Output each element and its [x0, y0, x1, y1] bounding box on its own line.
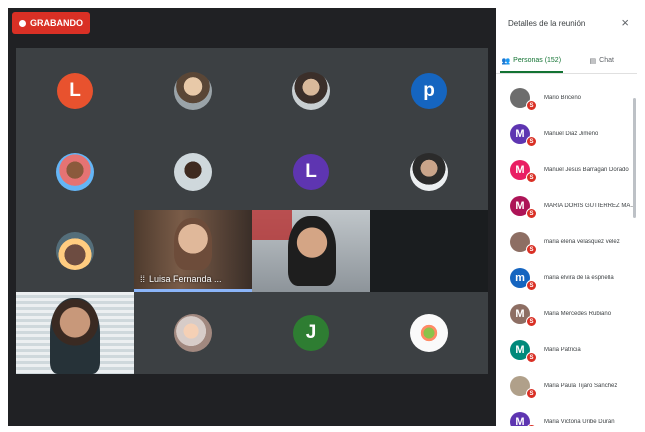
status-badge-icon: S: [526, 352, 537, 363]
status-badge-icon: S: [526, 244, 537, 255]
participant-list-item[interactable]: S Mario Briceño: [496, 80, 637, 116]
avatar-initial: M: [515, 416, 525, 426]
tab-chat[interactable]: ▤ Chat: [567, 48, 638, 73]
meeting-details-panel: Detalles de la reunión × 👥 Personas (152…: [496, 8, 637, 426]
recording-badge: GRABANDO: [12, 12, 90, 34]
person-photo-icon: [56, 153, 94, 191]
people-icon: 👥: [501, 57, 511, 65]
participant-list-item[interactable]: M S Maria Patricia: [496, 332, 637, 368]
audio-wave-icon: ⁞⁞: [140, 274, 146, 284]
avatar: mS: [510, 268, 537, 291]
participant-tile[interactable]: L: [252, 134, 370, 210]
status-badge-icon: S: [526, 208, 537, 219]
record-dot-icon: [19, 19, 26, 27]
participant-name: maria elena velasquez velez: [544, 239, 620, 245]
avatar: S: [510, 232, 537, 255]
person-photo-icon: [410, 153, 448, 191]
speaker-name: ⁞⁞ Luisa Fernanda ...: [140, 274, 222, 284]
status-badge-icon: S: [526, 136, 537, 147]
tab-people[interactable]: 👥 Personas (152): [496, 48, 567, 73]
avatar-initial: M: [515, 200, 525, 212]
participant-name: Manuel Diaz Jimeno: [544, 131, 599, 137]
avatar-initial: m: [515, 272, 525, 284]
avatar: L: [57, 73, 93, 109]
participant-tile[interactable]: [16, 210, 134, 292]
avatar-initial: M: [515, 128, 525, 140]
participant-name: Maria Mercedes Rubiano: [544, 311, 612, 317]
participant-video[interactable]: [16, 292, 134, 374]
participant-list-item[interactable]: Smaria elena velasquez velez: [496, 224, 637, 260]
participant-tile[interactable]: p: [370, 48, 488, 134]
participant-tile[interactable]: L: [16, 48, 134, 134]
status-badge-icon: S: [526, 172, 537, 183]
avatar: J: [293, 315, 329, 351]
person-photo-icon: [174, 314, 212, 352]
status-badge-icon: S: [526, 424, 537, 426]
status-badge-icon: S: [526, 316, 537, 327]
avatar: MS: [510, 304, 537, 327]
recording-label: GRABANDO: [30, 18, 83, 28]
participant-list-item[interactable]: S Maria Paula Tijaro Sanchez: [496, 368, 637, 404]
participant-name: Maria Paula Tijaro Sanchez: [544, 383, 618, 389]
participant-name: maria elvira de la espriella: [544, 275, 614, 281]
close-icon[interactable]: ×: [621, 15, 629, 30]
avatar: MS: [510, 196, 537, 219]
avatar: MS: [510, 340, 537, 363]
status-badge-icon: S: [526, 280, 537, 291]
avatar: MS: [510, 412, 537, 426]
person-photo-icon: [410, 314, 448, 352]
avatar: L: [293, 154, 329, 190]
person-photo-icon: [292, 72, 330, 110]
participant-tile[interactable]: [252, 48, 370, 134]
tab-people-label: Personas (152): [513, 57, 562, 64]
participant-tile[interactable]: [370, 292, 488, 374]
participant-list-item[interactable]: m Smaria elvira de la espriella: [496, 260, 637, 296]
tab-chat-label: Chat: [599, 57, 614, 64]
participant-tile[interactable]: [134, 48, 252, 134]
speaker-video[interactable]: ⁞⁞ Luisa Fernanda ...: [134, 210, 252, 292]
participant-name: Maria Patricia: [544, 347, 581, 353]
participant-tile[interactable]: [134, 134, 252, 210]
participant-name: Maria Victoria Uribe Durán: [544, 419, 615, 425]
participant-list-item[interactable]: M S MARIA DORIS GUTIERREZ MA...: [496, 188, 637, 224]
participant-tile[interactable]: [370, 134, 488, 210]
speaker-name-label: Luisa Fernanda ...: [149, 274, 222, 284]
person-photo-icon: [174, 153, 212, 191]
avatar: MS: [510, 160, 537, 183]
participant-list-item[interactable]: M S Maria Mercedes Rubiano: [496, 296, 637, 332]
scrollbar[interactable]: [633, 98, 636, 218]
avatar: S: [510, 376, 537, 399]
participant-tile[interactable]: [370, 210, 488, 292]
background-flag: [252, 210, 292, 240]
avatar-initial: M: [515, 344, 525, 356]
person-photo-icon: [56, 232, 94, 270]
avatar-initial: M: [515, 164, 525, 176]
avatar: MS: [510, 124, 537, 147]
participant-list: S Mario Briceño M S Manuel Diaz Jimeno M S Manu…: [496, 80, 637, 426]
chat-icon: ▤: [589, 57, 597, 65]
participant-face: [288, 216, 336, 286]
panel-tabs: 👥 Personas (152) ▤ Chat: [496, 48, 637, 74]
meeting-window: GRABANDO L p L ⁞⁞ Luisa Fernanda ... J D…: [8, 8, 637, 426]
participant-tile[interactable]: [16, 134, 134, 210]
participant-tile[interactable]: J: [252, 292, 370, 374]
panel-title: Detalles de la reunión: [508, 19, 586, 28]
participant-face: [50, 298, 100, 374]
avatar: S: [510, 88, 537, 111]
participant-list-item[interactable]: M S Manuel Diaz Jimeno: [496, 116, 637, 152]
participant-tile[interactable]: [134, 292, 252, 374]
participant-list-item[interactable]: M S Manuel Jesús Barragan Dorado: [496, 152, 637, 188]
speaker-face: [174, 218, 212, 270]
status-badge-icon: S: [526, 388, 537, 399]
participant-name: MARIA DORIS GUTIERREZ MA...: [544, 203, 636, 209]
participant-video[interactable]: [252, 210, 370, 292]
status-badge-icon: S: [526, 100, 537, 111]
video-grid: GRABANDO L p L ⁞⁞ Luisa Fernanda ... J: [8, 8, 496, 426]
participant-name: Mario Briceño: [544, 95, 582, 101]
person-photo-icon: [174, 72, 212, 110]
participant-name: Manuel Jesús Barragan Dorado: [544, 167, 629, 173]
avatar: p: [411, 73, 447, 109]
avatar-initial: M: [515, 308, 525, 320]
participant-list-item[interactable]: MS Maria Victoria Uribe Durán: [496, 404, 637, 426]
